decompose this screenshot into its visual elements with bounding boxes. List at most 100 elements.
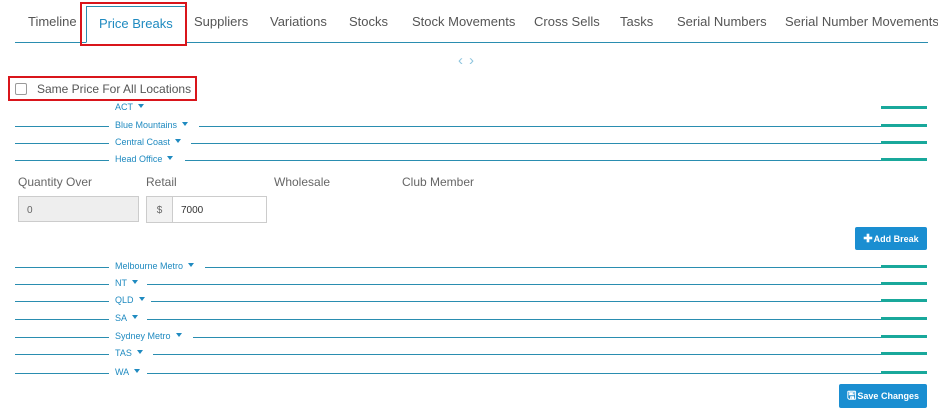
tab-timeline[interactable]: Timeline xyxy=(28,14,77,29)
location-row-nt: NT xyxy=(15,277,927,291)
add-break-button[interactable]: ✚ Add Break xyxy=(855,227,927,250)
location-row-sydney-metro: Sydney Metro xyxy=(15,330,927,344)
caret-down-icon xyxy=(134,369,141,373)
divider xyxy=(205,267,881,268)
add-break-label: Add Break xyxy=(873,233,919,244)
location-toggle[interactable]: ACT xyxy=(115,102,144,112)
tab-serial-number-movements[interactable]: Serial Number Movements xyxy=(785,14,938,29)
tab-cross-sells[interactable]: Cross Sells xyxy=(534,14,600,29)
location-toggle[interactable]: Head Office xyxy=(115,154,174,164)
divider xyxy=(151,301,881,302)
location-toggle[interactable]: Sydney Metro xyxy=(115,331,182,341)
divider xyxy=(15,301,109,302)
location-bar xyxy=(881,317,927,320)
location-bar xyxy=(881,158,927,161)
location-row-central-coast: Central Coast xyxy=(15,136,927,150)
divider xyxy=(153,354,881,355)
divider xyxy=(147,319,881,320)
caret-down-icon xyxy=(175,333,182,337)
divider xyxy=(199,126,881,127)
chevron-right-icon[interactable]: › xyxy=(469,52,480,69)
location-toggle[interactable]: WA xyxy=(115,367,141,377)
location-label: SA xyxy=(115,313,128,323)
location-toggle[interactable]: SA xyxy=(115,313,139,323)
caret-down-icon xyxy=(136,350,143,354)
location-bar xyxy=(881,141,927,144)
save-icon: 🖫 xyxy=(847,389,857,402)
caret-down-icon xyxy=(175,139,182,143)
caret-down-icon xyxy=(132,315,139,319)
tab-stocks[interactable]: Stocks xyxy=(349,14,388,29)
location-row-tas: TAS xyxy=(15,347,927,361)
location-label: NT xyxy=(115,278,127,288)
location-row-head-office: Head Office xyxy=(15,153,927,167)
location-label: ACT xyxy=(115,102,133,112)
divider xyxy=(15,337,109,338)
pager: ‹› xyxy=(458,52,480,69)
divider xyxy=(15,284,109,285)
tab-variations[interactable]: Variations xyxy=(270,14,327,29)
plus-icon: ✚ xyxy=(863,233,873,245)
divider xyxy=(15,126,109,127)
location-toggle[interactable]: Melbourne Metro xyxy=(115,261,195,271)
location-bar xyxy=(881,106,927,109)
location-bar xyxy=(881,299,927,302)
location-toggle[interactable]: QLD xyxy=(115,295,145,305)
tab-tasks[interactable]: Tasks xyxy=(620,14,653,29)
location-bar xyxy=(881,371,927,374)
location-label: Blue Mountains xyxy=(115,120,178,130)
location-bar xyxy=(881,124,927,127)
retail-price-input[interactable]: 7000 xyxy=(172,196,267,223)
location-bar xyxy=(881,282,927,285)
divider xyxy=(193,337,881,338)
location-label: QLD xyxy=(115,295,134,305)
column-header-wholesale: Wholesale xyxy=(274,175,331,189)
column-header-retail: Retail xyxy=(146,175,177,189)
location-row-qld: QLD xyxy=(15,294,927,308)
tab-suppliers[interactable]: Suppliers xyxy=(194,14,248,29)
location-row-melbourne-metro: Melbourne Metro xyxy=(15,260,927,274)
caret-down-icon xyxy=(132,280,138,284)
same-price-checkbox[interactable] xyxy=(15,83,27,95)
quantity-over-input[interactable]: 0 xyxy=(18,196,139,222)
same-price-label: Same Price For All Locations xyxy=(37,82,192,96)
save-changes-button[interactable]: 🖫 Save Changes xyxy=(839,384,927,408)
location-label: Melbourne Metro xyxy=(115,261,184,271)
divider xyxy=(191,143,881,144)
location-label: Central Coast xyxy=(115,137,171,147)
same-price-row[interactable]: Same Price For All Locations xyxy=(15,82,191,96)
currency-prefix: $ xyxy=(146,196,173,223)
column-header-quantity-over: Quantity Over xyxy=(18,175,93,189)
divider xyxy=(15,319,109,320)
location-toggle[interactable]: Blue Mountains xyxy=(115,120,189,130)
location-toggle[interactable]: TAS xyxy=(115,348,143,358)
location-row-wa: WA xyxy=(15,366,927,380)
divider xyxy=(147,373,881,374)
divider xyxy=(185,160,881,161)
location-bar xyxy=(881,265,927,268)
tab-stock-movements[interactable]: Stock Movements xyxy=(412,14,515,29)
divider xyxy=(15,160,109,161)
divider xyxy=(15,354,109,355)
chevron-left-icon[interactable]: ‹ xyxy=(458,52,469,69)
location-toggle[interactable]: NT xyxy=(115,278,138,288)
location-row-act: ACT xyxy=(15,101,927,115)
caret-down-icon xyxy=(138,104,144,108)
location-row-blue-mountains: Blue Mountains xyxy=(15,119,927,133)
divider xyxy=(15,143,109,144)
location-label: Sydney Metro xyxy=(115,331,171,341)
location-label: Head Office xyxy=(115,154,163,164)
location-toggle[interactable]: Central Coast xyxy=(115,137,182,147)
divider xyxy=(15,267,109,268)
caret-down-icon xyxy=(138,297,145,301)
location-label: TAS xyxy=(115,348,132,358)
tab-price-breaks[interactable]: Price Breaks xyxy=(86,6,186,43)
tab-serial-numbers[interactable]: Serial Numbers xyxy=(677,14,767,29)
column-header-club-member: Club Member xyxy=(402,175,475,189)
location-row-sa: SA xyxy=(15,312,927,326)
location-bar xyxy=(881,335,927,338)
divider xyxy=(147,284,881,285)
tab-bar: Timeline Price Breaks Suppliers Variatio… xyxy=(0,0,938,46)
location-bar xyxy=(881,352,927,355)
location-label: WA xyxy=(115,367,130,377)
